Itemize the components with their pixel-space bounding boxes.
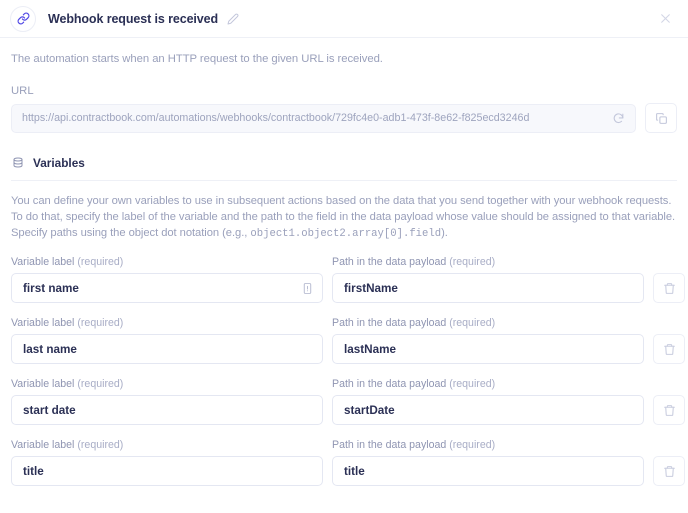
database-icon: [11, 156, 25, 170]
url-row: https://api.contractbook.com/automations…: [11, 103, 677, 133]
path-label-caption-text: Path in the data payload: [332, 378, 447, 390]
variable-row-labels: Variable label (required) Path in the da…: [11, 439, 677, 456]
variable-label-value: first name: [23, 281, 79, 295]
variable-label-caption: Variable label (required): [11, 317, 323, 329]
variable-label-caption-text: Variable label: [11, 439, 75, 451]
variable-path-input[interactable]: title: [332, 456, 644, 486]
variable-path-value: lastName: [344, 342, 396, 356]
variable-label-caption: Variable label (required): [11, 256, 323, 268]
refresh-icon[interactable]: [609, 109, 627, 127]
path-label-caption: Path in the data payload (required): [332, 256, 644, 268]
required-tag: (required): [449, 256, 496, 268]
required-tag: (required): [77, 256, 124, 268]
trash-icon[interactable]: [653, 273, 685, 303]
automation-description: The automation starts when an HTTP reque…: [11, 53, 383, 65]
required-tag: (required): [449, 378, 496, 390]
variable-delete-cell: [653, 456, 685, 486]
path-label-caption-text: Path in the data payload: [332, 317, 447, 329]
path-label-caption: Path in the data payload (required): [332, 317, 644, 329]
variable-label-caption: Variable label (required): [11, 378, 323, 390]
variable-path-value: firstName: [344, 281, 398, 295]
path-label-caption: Path in the data payload (required): [332, 378, 644, 390]
variable-label-caption-text: Variable label: [11, 256, 75, 268]
required-tag: (required): [77, 317, 124, 329]
variables-description-code: object1.object2.array[0].field: [250, 228, 442, 240]
variable-path-input[interactable]: firstName: [332, 273, 644, 303]
variable-label-caption-text: Variable label: [11, 317, 75, 329]
variable-row-labels: Variable label (required) Path in the da…: [11, 317, 677, 334]
variable-path-value: startDate: [344, 403, 395, 417]
required-tag: (required): [449, 439, 496, 451]
variable-row: Variable label (required) Path in the da…: [11, 439, 685, 486]
trash-icon[interactable]: [653, 334, 685, 364]
url-input[interactable]: https://api.contractbook.com/automations…: [11, 103, 636, 133]
variable-row: Variable label (required) Path in the da…: [11, 256, 685, 303]
variables-title: Variables: [33, 156, 85, 170]
url-label: URL: [11, 85, 34, 97]
variable-label-value: start date: [23, 403, 76, 417]
variable-path-input[interactable]: startDate: [332, 395, 644, 425]
variable-row-labels: Variable label (required) Path in the da…: [11, 256, 677, 273]
required-tag: (required): [77, 439, 124, 451]
link-icon: [10, 5, 36, 32]
variables-section-header: Variables: [11, 156, 677, 181]
trash-icon[interactable]: [653, 395, 685, 425]
dialog-body: The automation starts when an HTTP reque…: [0, 53, 688, 486]
variable-path-value: title: [344, 464, 365, 478]
variable-row: Variable label (required) Path in the da…: [11, 378, 685, 425]
path-label-caption-text: Path in the data payload: [332, 439, 447, 451]
required-tag: (required): [449, 317, 496, 329]
variable-label-input[interactable]: last name: [11, 334, 323, 364]
variable-label-caption: Variable label (required): [11, 439, 323, 451]
variable-delete-cell: [653, 273, 685, 303]
path-label-caption: Path in the data payload (required): [332, 439, 644, 451]
variable-label-caption-text: Variable label: [11, 378, 75, 390]
trash-icon[interactable]: [653, 456, 685, 486]
url-value: https://api.contractbook.com/automations…: [22, 112, 530, 124]
path-label-caption-text: Path in the data payload: [332, 256, 447, 268]
variable-label-value: title: [23, 464, 44, 478]
variables-description: You can define your own variables to use…: [11, 193, 677, 242]
required-tag: (required): [77, 378, 124, 390]
variable-row-inputs: first name firstName: [11, 273, 685, 303]
variable-label-input[interactable]: first name: [11, 273, 323, 303]
variable-row-inputs: start date startDate: [11, 395, 685, 425]
variable-label-input[interactable]: start date: [11, 395, 323, 425]
variable-delete-cell: [653, 334, 685, 364]
insert-variable-icon[interactable]: [299, 280, 315, 296]
variable-label-value: last name: [23, 342, 77, 356]
variable-row: Variable label (required) Path in the da…: [11, 317, 685, 364]
variable-row-labels: Variable label (required) Path in the da…: [11, 378, 677, 395]
close-icon[interactable]: [656, 10, 674, 28]
copy-url-button[interactable]: [645, 103, 677, 133]
variable-row-inputs: title title: [11, 456, 685, 486]
variable-path-input[interactable]: lastName: [332, 334, 644, 364]
dialog-header: Webhook request is received: [0, 0, 688, 38]
page-title: Webhook request is received: [48, 11, 219, 26]
variable-label-input[interactable]: title: [11, 456, 323, 486]
variables-description-part2: ).: [441, 227, 448, 239]
pencil-icon[interactable]: [227, 13, 239, 25]
variable-row-inputs: last name lastName: [11, 334, 685, 364]
variable-delete-cell: [653, 395, 685, 425]
